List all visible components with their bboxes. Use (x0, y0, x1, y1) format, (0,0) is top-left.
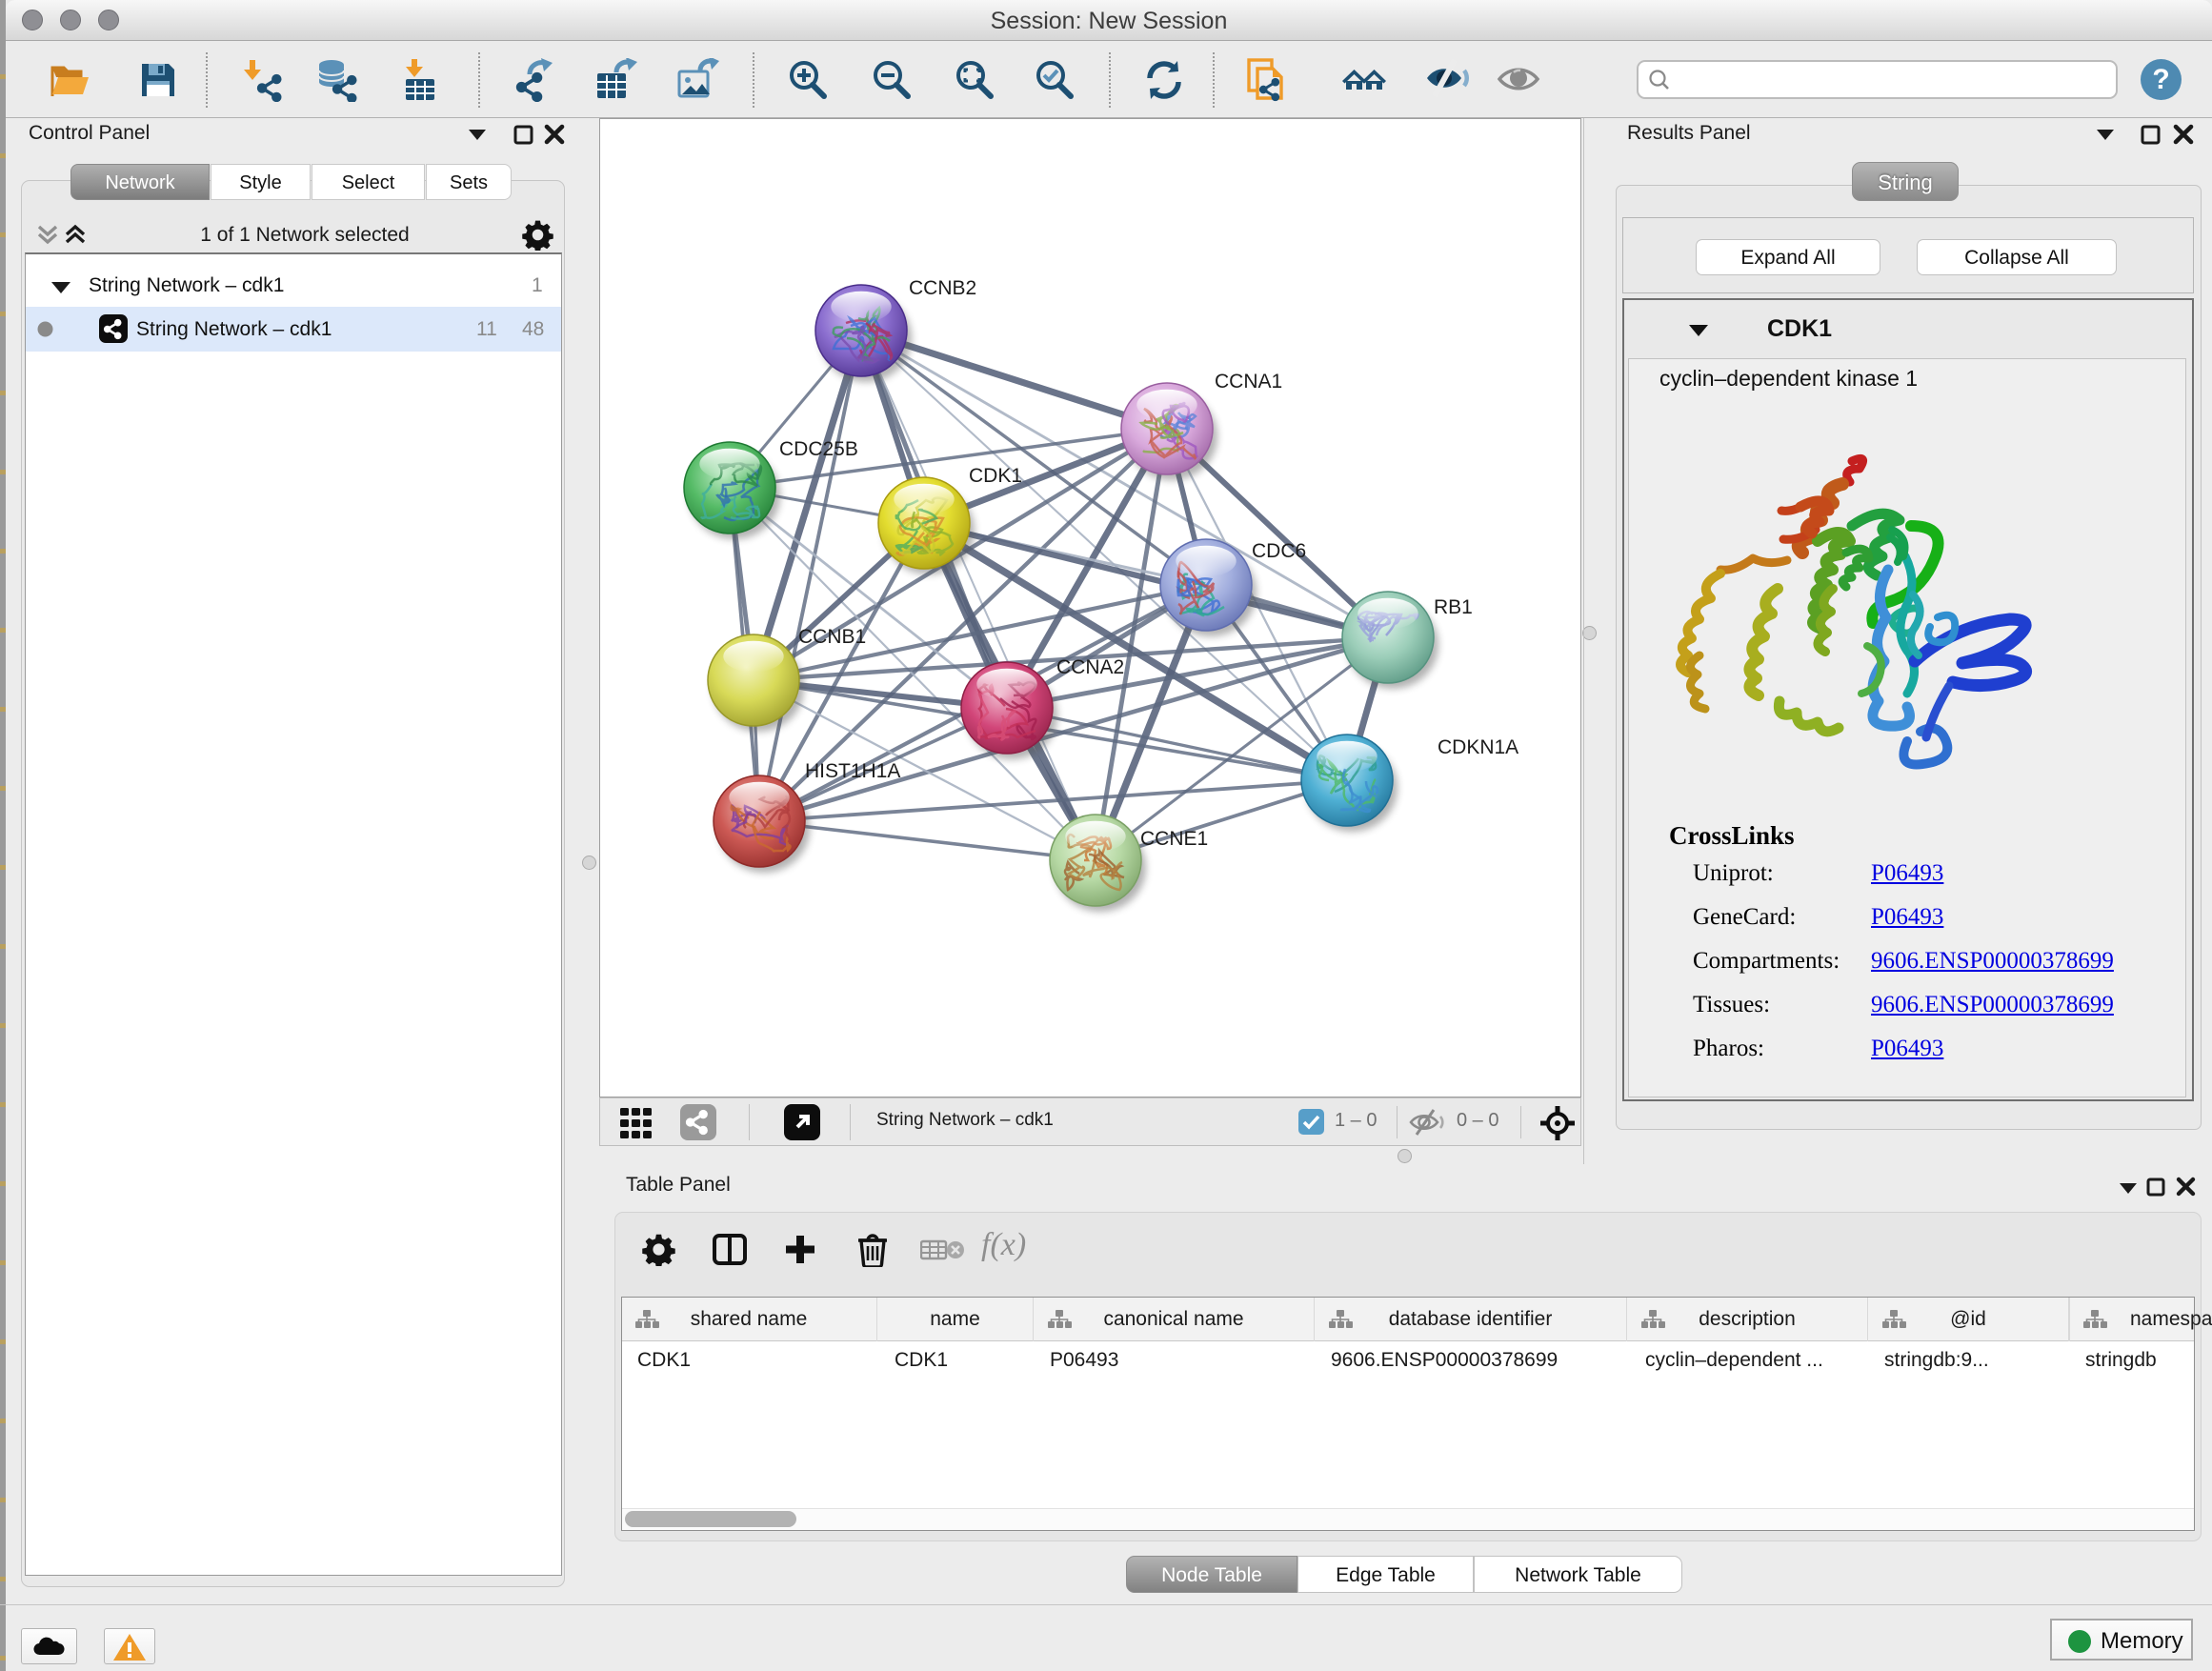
svg-text:CCNA1: CCNA1 (1215, 371, 1282, 393)
svg-text:CCNB2: CCNB2 (909, 277, 976, 299)
svg-text:CCNB1: CCNB1 (798, 626, 866, 648)
svg-text:CCNE1: CCNE1 (1140, 828, 1208, 850)
svg-text:RB1: RB1 (1434, 596, 1473, 618)
svg-text:CDC6: CDC6 (1252, 540, 1306, 562)
svg-text:HIST1H1A: HIST1H1A (805, 760, 900, 782)
svg-text:CCNA2: CCNA2 (1056, 656, 1124, 678)
svg-text:CDC25B: CDC25B (779, 438, 858, 460)
svg-text:CDKN1A: CDKN1A (1438, 736, 1518, 758)
svg-text:CDK1: CDK1 (969, 465, 1022, 487)
